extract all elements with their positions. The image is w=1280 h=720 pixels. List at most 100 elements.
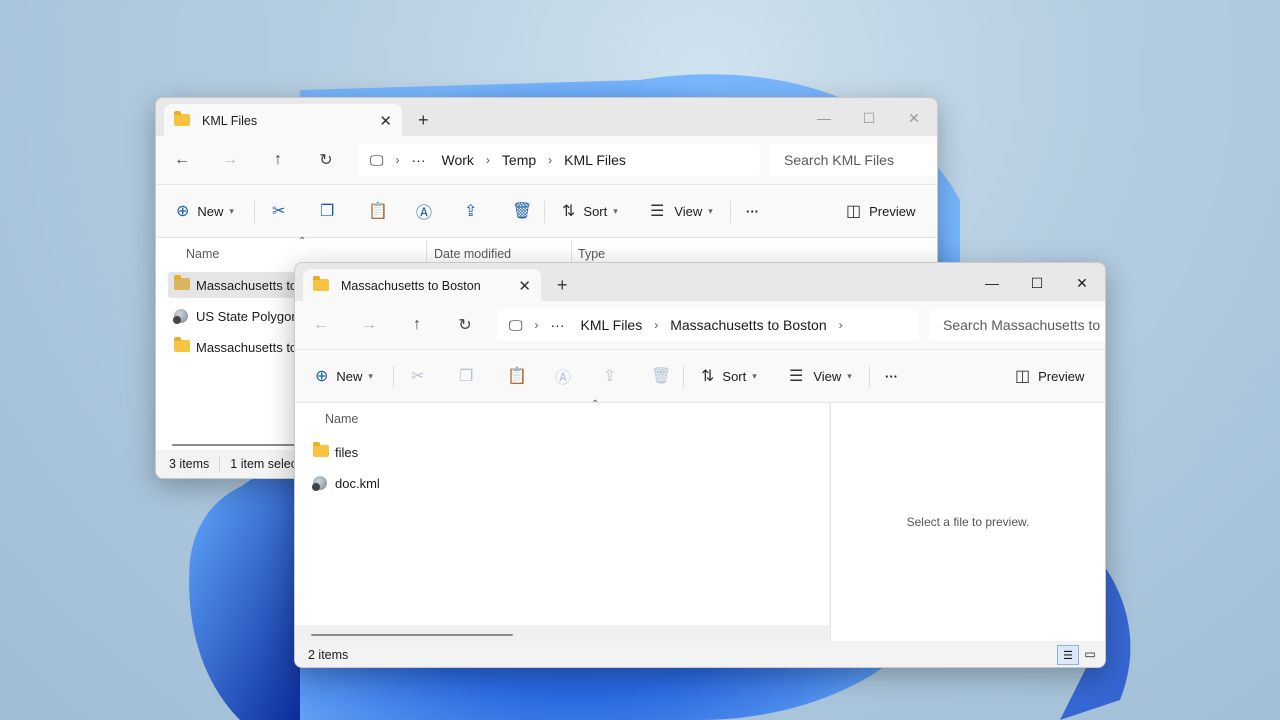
share-button[interactable]: ⇪ xyxy=(603,363,616,389)
new-button[interactable]: ⊕ New ▾ xyxy=(315,363,373,389)
chevron-right-icon[interactable]: › xyxy=(839,318,843,332)
list-item[interactable]: doc.kml xyxy=(312,470,380,496)
paste-button[interactable]: 📋 xyxy=(507,363,527,389)
refresh-button[interactable]: ↻ xyxy=(314,148,338,172)
more-label: ··· xyxy=(885,368,898,384)
trash-icon: 🗑 xyxy=(651,368,672,385)
list-item[interactable]: Massachusetts to B xyxy=(174,334,309,360)
rename-button[interactable]: Ⓐ xyxy=(555,363,571,389)
close-window-button[interactable]: ✕ xyxy=(891,104,937,132)
rename-button[interactable]: Ⓐ xyxy=(416,198,432,224)
plus-circle-icon: ⊕ xyxy=(315,368,329,385)
maximize-button[interactable]: ☐ xyxy=(1014,269,1060,297)
scrollbar-track xyxy=(295,625,829,641)
separator xyxy=(544,201,545,223)
column-header-name[interactable]: Name xyxy=(325,412,358,426)
preview-button[interactable]: ◫ Preview xyxy=(846,198,915,224)
cut-button[interactable]: ✂ xyxy=(411,363,424,389)
tab-title: Massachusetts to Boston xyxy=(341,279,481,293)
view-icon: ☰ xyxy=(789,368,804,385)
navigation-bar: ← → ↑ ↻ 🖵 › ··· Work › Temp › KML Files … xyxy=(156,136,937,184)
preview-button[interactable]: ◫ Preview xyxy=(1015,363,1084,389)
copy-icon: ❐ xyxy=(459,368,474,385)
new-tab-button[interactable]: + xyxy=(418,110,429,131)
preview-pane-icon: ◫ xyxy=(1015,368,1031,385)
breadcrumb-temp[interactable]: Temp xyxy=(502,152,536,168)
breadcrumb-kml-files[interactable]: KML Files xyxy=(581,317,643,333)
plus-circle-icon: ⊕ xyxy=(176,203,190,220)
view-button[interactable]: ☰ View ▾ xyxy=(789,363,852,389)
up-button[interactable]: ↑ xyxy=(405,313,429,337)
horizontal-scrollbar[interactable] xyxy=(311,634,513,636)
address-bar[interactable]: 🖵 › ··· Work › Temp › KML Files xyxy=(358,144,760,176)
breadcrumb-kml-files[interactable]: KML Files xyxy=(564,152,626,168)
share-icon: ⇪ xyxy=(464,203,478,220)
chevron-down-icon: ▾ xyxy=(229,205,234,216)
delete-button[interactable]: 🗑 xyxy=(512,198,532,224)
list-item[interactable]: Massachusetts to B xyxy=(168,272,309,298)
item-name: Massachusetts to B xyxy=(196,339,310,355)
column-header-name[interactable]: Name xyxy=(186,247,219,261)
minimize-button[interactable]: — xyxy=(969,269,1015,297)
kml-globe-icon xyxy=(173,309,190,324)
share-button[interactable]: ⇪ xyxy=(464,198,477,224)
tiles-view-icon[interactable]: ▭ xyxy=(1081,645,1099,663)
back-button[interactable]: ← xyxy=(170,148,194,172)
view-button[interactable]: ☰ View ▾ xyxy=(650,198,713,224)
view-icon: ☰ xyxy=(650,203,665,220)
this-pc-icon[interactable]: 🖵 xyxy=(370,152,384,169)
breadcrumb-overflow[interactable]: ··· xyxy=(412,152,426,168)
minimize-button[interactable]: — xyxy=(801,104,847,132)
paste-button[interactable]: 📋 xyxy=(368,198,388,224)
details-view-icon[interactable]: ☰ xyxy=(1057,645,1079,665)
list-item[interactable]: files xyxy=(313,439,358,465)
chevron-down-icon: ▾ xyxy=(847,370,852,381)
command-bar: ⊕ New ▾ ✂ ❐ 📋 Ⓐ ⇪ 🗑 ⇅ Sort ▾ ☰ View ▾ ··· ◫ Pre… xyxy=(156,184,937,238)
chevron-right-icon: › xyxy=(395,153,400,167)
navigation-bar: ← → ↑ ↻ 🖵 › ··· KML Files › Massachusett… xyxy=(295,301,1105,349)
copy-icon: ❐ xyxy=(320,203,335,220)
forward-button[interactable]: → xyxy=(357,313,381,337)
chevron-down-icon: ▾ xyxy=(613,205,618,216)
more-options-button[interactable]: ··· xyxy=(746,198,759,224)
breadcrumb-work[interactable]: Work xyxy=(442,152,474,168)
new-button[interactable]: ⊕ New ▾ xyxy=(176,198,234,224)
sort-button[interactable]: ⇅ Sort ▾ xyxy=(701,363,757,389)
new-label: New xyxy=(336,368,363,384)
more-options-button[interactable]: ··· xyxy=(885,363,898,389)
tab-title: KML Files xyxy=(202,114,258,128)
close-tab-icon[interactable]: ✕ xyxy=(518,277,531,295)
back-button[interactable]: ← xyxy=(309,313,333,337)
breadcrumb-overflow[interactable]: ··· xyxy=(551,317,565,333)
maximize-button[interactable]: ☐ xyxy=(846,104,892,132)
breadcrumb-massachusetts-to-boston[interactable]: Massachusetts to Boston xyxy=(670,317,826,333)
this-pc-icon[interactable]: 🖵 xyxy=(509,317,523,334)
address-bar[interactable]: 🖵 › ··· KML Files › Massachusetts to Bos… xyxy=(497,309,919,341)
column-header-date-modified[interactable]: Date modified xyxy=(434,247,511,261)
status-bar: 2 items ☰ ▭ xyxy=(295,641,1105,667)
sort-label: Sort xyxy=(583,203,608,219)
search-input[interactable]: Search Massachusetts to B xyxy=(929,309,1105,341)
tab-massachusetts-to-boston[interactable]: Massachusetts to Boston ✕ xyxy=(303,269,541,303)
forward-button[interactable]: → xyxy=(218,148,242,172)
delete-button[interactable]: 🗑 xyxy=(651,363,671,389)
folder-icon xyxy=(313,442,329,459)
new-tab-button[interactable]: + xyxy=(557,275,568,296)
horizontal-scrollbar[interactable] xyxy=(172,444,302,446)
tab-kml-files[interactable]: KML Files ✕ xyxy=(164,104,402,138)
column-header-type[interactable]: Type xyxy=(578,247,605,261)
sort-button[interactable]: ⇅ Sort ▾ xyxy=(562,198,618,224)
preview-label: Preview xyxy=(1038,368,1085,384)
search-input[interactable]: Search KML Files xyxy=(770,144,937,176)
close-window-button[interactable]: ✕ xyxy=(1059,269,1105,297)
close-tab-icon[interactable]: ✕ xyxy=(379,112,392,130)
cut-button[interactable]: ✂ xyxy=(272,198,285,224)
clipboard-icon: 📋 xyxy=(507,368,527,385)
refresh-button[interactable]: ↻ xyxy=(453,313,477,337)
new-label: New xyxy=(197,203,224,219)
copy-button[interactable]: ❐ xyxy=(320,198,334,224)
up-button[interactable]: ↑ xyxy=(266,148,290,172)
preview-message: Select a file to preview. xyxy=(906,515,1030,529)
explorer-window-massachusetts-to-boston[interactable]: Massachusetts to Boston ✕ + — ☐ ✕ ← → ↑ … xyxy=(294,262,1106,668)
copy-button[interactable]: ❐ xyxy=(459,363,473,389)
